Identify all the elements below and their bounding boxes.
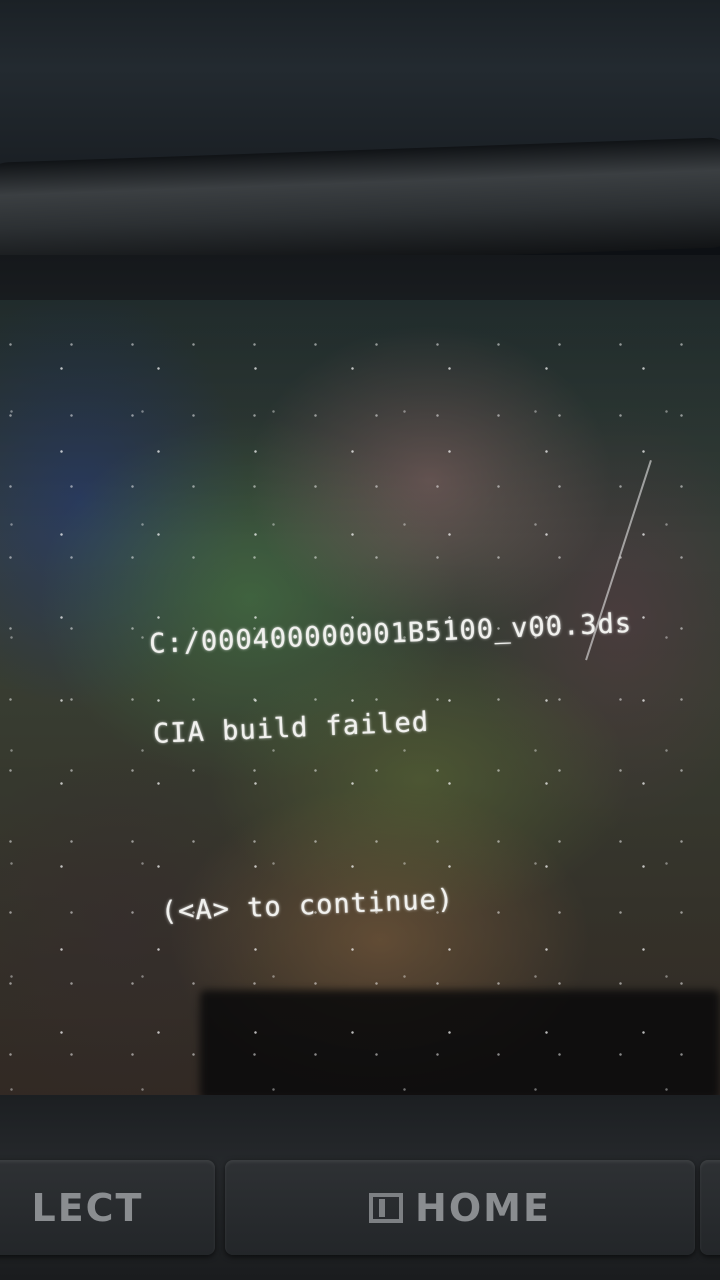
home-icon (369, 1192, 404, 1223)
console-output: C:/000400000001B5100_v00.3ds CIA build f… (146, 549, 647, 988)
continue-prompt-line[interactable]: (<A> to continue) (160, 877, 644, 928)
console-spacer (156, 789, 640, 838)
select-button-label: LECT (31, 1185, 144, 1230)
select-button[interactable]: LECT (0, 1160, 215, 1255)
home-button-label: HOME (415, 1185, 551, 1230)
device-photo: C:/000400000001B5100_v00.3ds CIA build f… (0, 0, 720, 1280)
home-button[interactable]: HOME (225, 1160, 695, 1255)
screen-shadow (200, 990, 720, 1100)
start-button[interactable] (700, 1160, 720, 1255)
file-path-line: C:/000400000001B5100_v00.3ds (148, 607, 633, 660)
error-message-line: CIA build failed (152, 706, 430, 750)
lower-screen: C:/000400000001B5100_v00.3ds CIA build f… (0, 300, 720, 1100)
